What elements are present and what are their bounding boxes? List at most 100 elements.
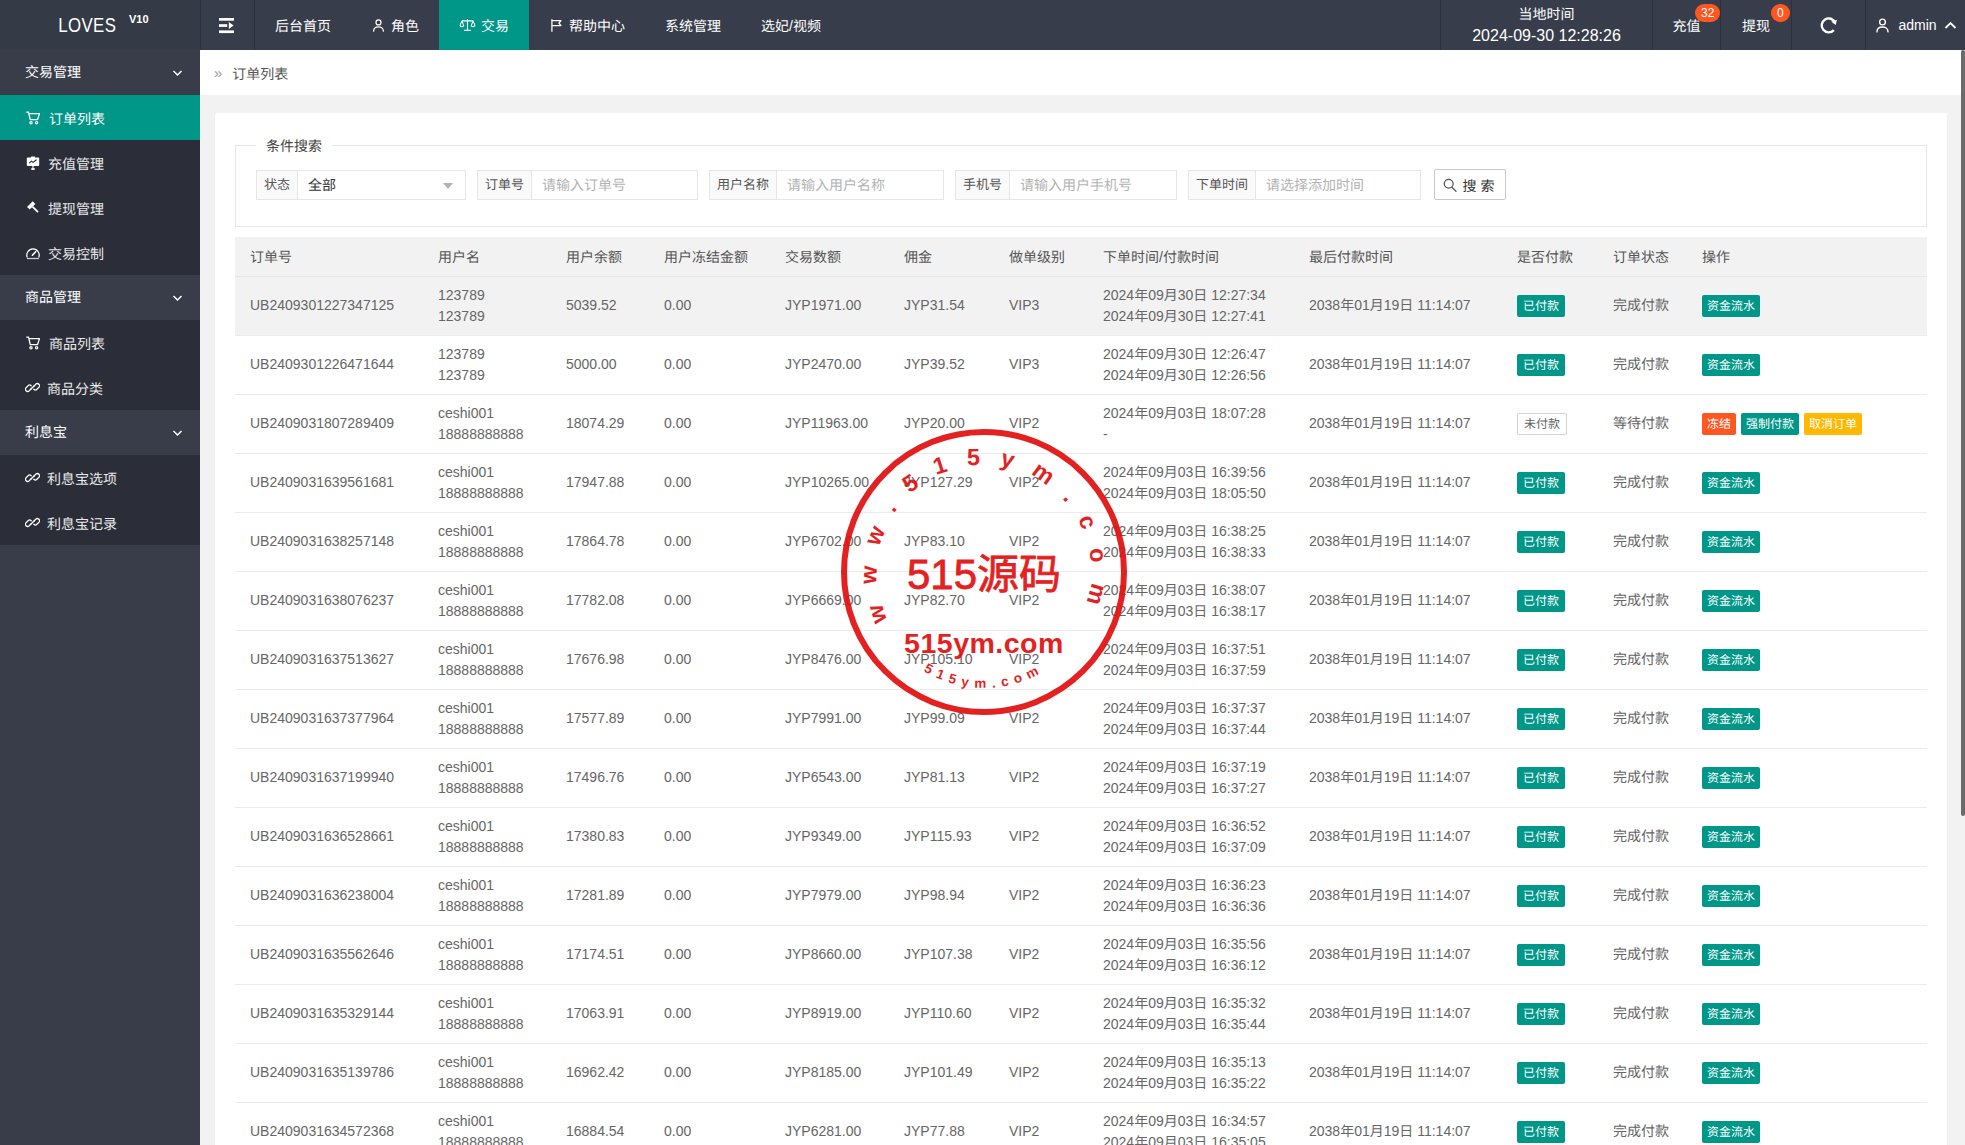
- sidebar-item[interactable]: 提现管理: [0, 185, 200, 230]
- search-legend: 条件搜索: [256, 135, 332, 155]
- nav-item-icon-wrap: [371, 18, 386, 33]
- cell-balance: 17947.88: [551, 453, 649, 512]
- nav-item[interactable]: 角色: [351, 0, 439, 50]
- recharge-menu-item[interactable]: 充值 32: [1652, 0, 1720, 50]
- table-row[interactable]: UB2409031638076237ceshi00118888888888177…: [235, 571, 1927, 630]
- sidebar-item[interactable]: 利息宝选项: [0, 455, 200, 500]
- action-button[interactable]: 资金流水: [1702, 1003, 1760, 1025]
- sidebar-item[interactable]: 商品列表: [0, 320, 200, 365]
- table-row[interactable]: UB2409031637377964ceshi00118888888888175…: [235, 689, 1927, 748]
- action-button[interactable]: 资金流水: [1702, 885, 1760, 907]
- user-menu[interactable]: admin: [1865, 0, 1965, 50]
- cell-order-status: 完成付款: [1598, 1102, 1687, 1145]
- table-row[interactable]: UB2409031636238004ceshi00118888888888172…: [235, 866, 1927, 925]
- cell-user-name: 123789123789: [423, 276, 551, 335]
- sidebar-item-label: 利息宝记录: [47, 513, 117, 533]
- sidebar-item[interactable]: 商品分类: [0, 365, 200, 410]
- cell-level: VIP2: [994, 394, 1088, 453]
- table-row[interactable]: UB2409031635329144ceshi00118888888888170…: [235, 984, 1927, 1043]
- cell-actions: 资金流水: [1687, 1043, 1927, 1102]
- cell-order-status: 完成付款: [1598, 512, 1687, 571]
- table-row[interactable]: UB2409031639561681ceshi00118888888888179…: [235, 453, 1927, 512]
- order-no-input[interactable]: [532, 171, 697, 199]
- cell-amount: JYP2470.00: [770, 335, 889, 394]
- nav-item[interactable]: 帮助中心: [529, 0, 645, 50]
- cell-amount: JYP1971.00: [770, 276, 889, 335]
- brand-name: LOVES: [59, 13, 117, 37]
- table-row[interactable]: UB2409031637513627ceshi00118888888888176…: [235, 630, 1927, 689]
- search-button[interactable]: 搜索: [1434, 169, 1506, 200]
- action-button[interactable]: 资金流水: [1702, 826, 1760, 848]
- column-header: 佣金: [889, 237, 994, 276]
- cell-actions: 资金流水: [1687, 984, 1927, 1043]
- table-row[interactable]: UB2409031635562646ceshi00118888888888171…: [235, 925, 1927, 984]
- cell-paid-state: 已付款: [1502, 748, 1598, 807]
- withdraw-menu-item[interactable]: 提现 0: [1720, 0, 1791, 50]
- status-select[interactable]: 全部: [298, 171, 465, 199]
- nav-item-icon-wrap: [459, 17, 476, 33]
- sidebar-item-label: 利息宝选项: [47, 468, 117, 488]
- action-button[interactable]: 取消订单: [1804, 413, 1862, 435]
- table-body: UB24093012273471251237891237895039.520.0…: [235, 276, 1927, 1145]
- sidebar-item[interactable]: 交易控制: [0, 230, 200, 275]
- action-button[interactable]: 强制付款: [1741, 413, 1799, 435]
- cell-frozen: 0.00: [649, 1043, 770, 1102]
- table-row[interactable]: UB24093012264716441237891237895000.000.0…: [235, 335, 1927, 394]
- sidebar-item[interactable]: 订单列表: [0, 95, 200, 140]
- action-button[interactable]: 资金流水: [1702, 708, 1760, 730]
- table-row[interactable]: UB2409031637199940ceshi00118888888888174…: [235, 748, 1927, 807]
- nav-item[interactable]: 系统管理: [645, 0, 741, 50]
- action-button[interactable]: 资金流水: [1702, 295, 1760, 317]
- cell-amount: JYP10265.00: [770, 453, 889, 512]
- action-button[interactable]: 资金流水: [1702, 767, 1760, 789]
- action-button[interactable]: 资金流水: [1702, 590, 1760, 612]
- cell-order-no: UB2409031639561681: [235, 453, 423, 512]
- action-button[interactable]: 资金流水: [1702, 944, 1760, 966]
- cell-order-pay-time: 2024年09月03日 16:36:522024年09月03日 16:37:09: [1088, 807, 1294, 866]
- sidebar-group[interactable]: 商品管理: [0, 275, 200, 320]
- table-row[interactable]: UB2409031636528661ceshi00118888888888173…: [235, 807, 1927, 866]
- action-button[interactable]: 资金流水: [1702, 354, 1760, 376]
- table-row[interactable]: UB2409031807289409ceshi00118888888888180…: [235, 394, 1927, 453]
- cell-last-pay-time: 2038年01月19日 11:14:07: [1294, 335, 1502, 394]
- sidebar-group[interactable]: 交易管理: [0, 50, 200, 95]
- column-header: 用户冻结金额: [649, 237, 770, 276]
- scrollbar-thumb[interactable]: [1961, 50, 1965, 816]
- screen-icon: [25, 155, 41, 171]
- action-button[interactable]: 冻结: [1702, 413, 1736, 435]
- action-button[interactable]: 资金流水: [1702, 1121, 1760, 1143]
- sidebar-group[interactable]: 利息宝: [0, 410, 200, 455]
- action-button[interactable]: 资金流水: [1702, 1062, 1760, 1084]
- nav-item[interactable]: 选妃/视频: [741, 0, 841, 50]
- cell-frozen: 0.00: [649, 453, 770, 512]
- action-button[interactable]: 资金流水: [1702, 649, 1760, 671]
- order-time-input[interactable]: [1256, 171, 1420, 199]
- sidebar-item-icon-wrap: [25, 470, 40, 485]
- cell-actions: 资金流水: [1687, 630, 1927, 689]
- cell-paid-state: 已付款: [1502, 984, 1598, 1043]
- table-row[interactable]: UB24093012273471251237891237895039.520.0…: [235, 276, 1927, 335]
- table-row[interactable]: UB2409031638257148ceshi00118888888888178…: [235, 512, 1927, 571]
- user-name-input[interactable]: [777, 171, 943, 199]
- sidebar-item[interactable]: 利息宝记录: [0, 500, 200, 545]
- action-button[interactable]: 资金流水: [1702, 531, 1760, 553]
- cell-frozen: 0.00: [649, 630, 770, 689]
- cell-paid-state: 已付款: [1502, 453, 1598, 512]
- sidebar-item[interactable]: 充值管理: [0, 140, 200, 185]
- sidebar-item-icon-wrap: [25, 515, 40, 530]
- phone-input[interactable]: [1010, 171, 1176, 199]
- cell-commission: JYP82.70: [889, 571, 994, 630]
- paid-badge: 已付款: [1517, 944, 1565, 966]
- cell-commission: JYP31.54: [889, 276, 994, 335]
- table-row[interactable]: UB2409031635139786ceshi00118888888888169…: [235, 1043, 1927, 1102]
- table-row[interactable]: UB2409031634572368ceshi00118888888888168…: [235, 1102, 1927, 1145]
- nav-item-label: 系统管理: [665, 15, 721, 35]
- phone-label: 手机号: [956, 171, 1010, 199]
- paid-badge: 已付款: [1517, 590, 1565, 612]
- refresh-button[interactable]: [1791, 0, 1865, 50]
- cell-order-no: UB2409301226471644: [235, 335, 423, 394]
- sidebar-toggle-button[interactable]: [200, 0, 255, 50]
- nav-item[interactable]: 交易: [439, 0, 529, 50]
- action-button[interactable]: 资金流水: [1702, 472, 1760, 494]
- nav-item[interactable]: 后台首页: [255, 0, 351, 50]
